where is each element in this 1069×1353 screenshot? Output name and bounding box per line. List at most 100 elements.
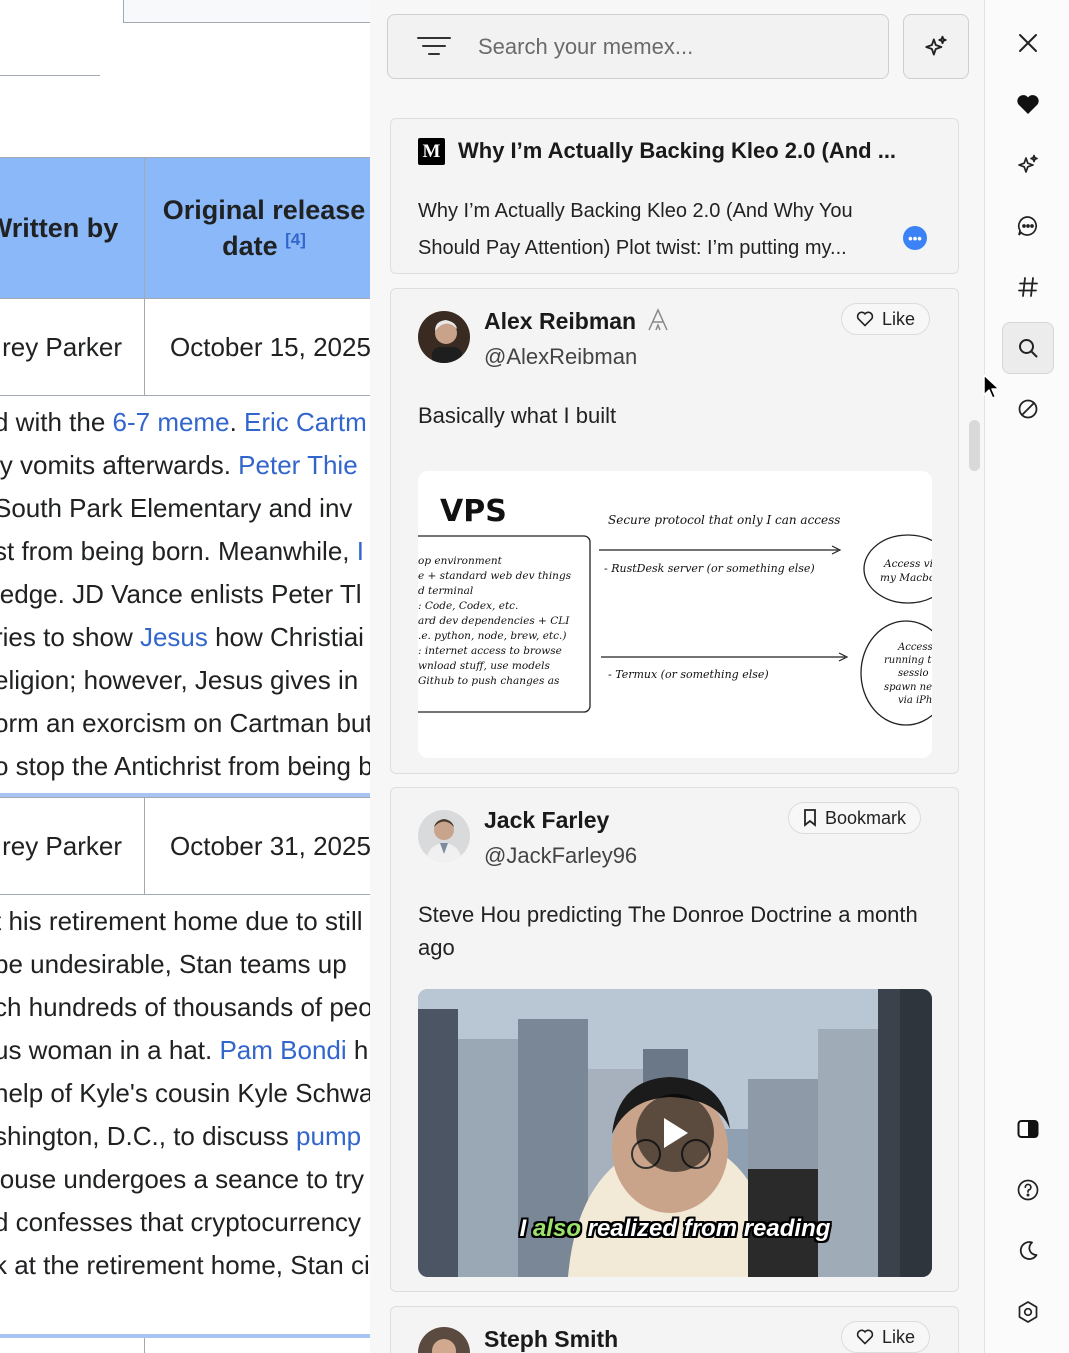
search-icon[interactable] [1002, 322, 1054, 374]
sidebar-toggle-icon[interactable] [1008, 1109, 1048, 1149]
wiki-link[interactable]: Eric Cartm [244, 407, 367, 437]
wiki-link[interactable]: 6-7 meme [113, 407, 230, 437]
summary-text: h [346, 1035, 369, 1065]
author-name: Steph Smith [484, 1326, 619, 1352]
sketch-image[interactable]: VPS Secure protocol that only I can acce… [418, 471, 932, 758]
like-button[interactable]: Like [841, 1321, 931, 1353]
wiki-divider [0, 75, 100, 76]
cell-border [144, 1338, 145, 1353]
sparkle-icon[interactable] [1008, 145, 1048, 185]
summary-text: st from being born. Meanwhile, [0, 536, 357, 566]
summary-text: ledge. JD Vance enlists Peter Tl [0, 579, 362, 609]
wiki-link[interactable]: Peter Thie [238, 450, 357, 480]
summary-text: d confesses that cryptocurrency [0, 1207, 362, 1237]
moon-icon[interactable] [1008, 1231, 1048, 1271]
ai-search-button[interactable] [903, 14, 969, 79]
summary-line: d confesses that cryptocurrency [0, 1201, 370, 1244]
summary-line: eligion; however, Jesus gives in [0, 659, 370, 702]
video-caption: I also realized from reading [519, 1215, 831, 1242]
header-written-by: Written by [0, 157, 145, 299]
settings-icon[interactable] [1008, 1292, 1048, 1332]
summary-text: eligion; however, Jesus gives in [0, 665, 359, 695]
summary-text: . [229, 407, 245, 437]
filter-icon[interactable] [416, 35, 452, 59]
memex-card-tweet[interactable]: Steph Smith Like [390, 1306, 959, 1353]
wiki-page: Written by Original release date [4] rey… [0, 0, 370, 1353]
arrow2-label: - Termux (or something else) [608, 668, 769, 681]
summary-text: how Christiai [207, 622, 364, 652]
memex-card-article[interactable]: M Why I’m Actually Backing Kleo 2.0 (And… [390, 118, 959, 274]
sketch-top-label: Secure protocol that only I can access [608, 513, 840, 527]
row-separator [0, 1334, 370, 1338]
video-player[interactable]: I also realized from reading [418, 989, 932, 1277]
sketch-box-line: .e. python, node, brew, etc.) [418, 630, 566, 642]
summary-text: ries to show [0, 622, 140, 652]
summary-text: ly vomits afterwards. [0, 450, 239, 480]
summary-text: us woman in a hat. [0, 1035, 220, 1065]
like-label: Like [882, 1326, 916, 1347]
summary-text: o stop the Antichrist from being b [0, 751, 370, 781]
medium-logo: M [418, 138, 445, 165]
cell-release-date: October 31, 2025 [144, 797, 370, 895]
summary-line: South Park Elementary and inv [0, 487, 370, 530]
author-handle: @AlexReibman [484, 344, 638, 369]
sketch-box-line: wnload stuff, use models [418, 660, 551, 672]
summary-line: ly vomits afterwards. Peter Thie [0, 444, 370, 487]
memex-panel: M Why I’m Actually Backing Kleo 2.0 (And… [370, 0, 984, 1353]
summary-text: louse undergoes a seance to try [0, 1164, 365, 1194]
episode-summary-2: t his retirement home due to still be un… [0, 900, 370, 1287]
block-icon[interactable] [1008, 389, 1048, 429]
summary-line: ledge. JD Vance enlists Peter Tl [0, 573, 370, 616]
help-icon[interactable] [1008, 1170, 1048, 1210]
summary-line: shington, D.C., to discuss pump [0, 1115, 370, 1158]
memex-card-tweet[interactable]: Alex Reibman @AlexReibman Like Basically… [390, 288, 959, 774]
svg-text:my Macbo: my Macbo [880, 572, 932, 584]
scrollbar-thumb[interactable] [969, 420, 980, 471]
wiki-link[interactable]: pump [296, 1121, 361, 1151]
bookmark-button[interactable]: Bookmark [788, 802, 922, 834]
summary-line: st from being born. Meanwhile, I [0, 530, 370, 573]
summary-line: t his retirement home due to still [0, 900, 370, 943]
author-handle: @JackFarley96 [484, 843, 638, 868]
summary-text: shington, D.C., to discuss [0, 1121, 297, 1151]
heart-icon[interactable] [1008, 84, 1048, 124]
card-title: Why I’m Actually Backing Kleo 2.0 (And .… [458, 138, 897, 163]
chat-icon[interactable] [1008, 206, 1048, 246]
close-icon[interactable] [1008, 23, 1048, 63]
svg-text:Access: Access [897, 642, 932, 653]
header-release-date: Original release date [4] [144, 157, 370, 299]
search-input[interactable] [478, 33, 878, 60]
heart-outline-icon [856, 1329, 874, 1345]
sketch-box-line: d terminal [418, 585, 473, 597]
author-name: Jack Farley [484, 807, 610, 833]
summary-text: orm an exorcism on Cartman but [0, 708, 370, 738]
mouse-cursor-icon [983, 374, 1000, 399]
chat-bubble-icon[interactable]: ••• [903, 226, 927, 250]
summary-line: d with the 6-7 meme. Eric Cartm [0, 401, 370, 444]
play-icon [664, 1118, 688, 1148]
summary-text: be undesirable, Stan teams up [0, 949, 347, 979]
wiki-link[interactable]: I [357, 536, 364, 566]
sketch-box-line: Github to push changes as [418, 675, 560, 687]
sketch-box-line: : internet access to browse [418, 645, 562, 657]
hashtag-icon[interactable] [1008, 267, 1048, 307]
verified-icon [647, 308, 668, 331]
sketch-title: VPS [440, 494, 507, 529]
wiki-link[interactable]: Pam Bondi [219, 1035, 346, 1065]
like-button[interactable]: Like [841, 303, 931, 335]
summary-line: louse undergoes a seance to try [0, 1158, 370, 1201]
sketch-box-line: op environment [418, 555, 503, 567]
cell-written-by: rey Parker [0, 298, 145, 396]
wiki-link[interactable]: Jesus [140, 622, 208, 652]
summary-line: orm an exorcism on Cartman but [0, 702, 370, 745]
heart-outline-icon [856, 311, 874, 327]
search-bar [387, 14, 889, 79]
sketch-box-line: : Code, Codex, etc. [418, 600, 518, 612]
reference-link[interactable]: [4] [285, 230, 306, 249]
memex-card-tweet[interactable]: Jack Farley @JackFarley96 Bookmark Steve… [390, 787, 959, 1292]
cell-release-date: October 15, 2025 [144, 298, 370, 396]
summary-line: ries to show Jesus how Christiai [0, 616, 370, 659]
avatar [418, 1327, 470, 1353]
summary-line: k at the retirement home, Stan ci [0, 1244, 370, 1287]
play-button[interactable] [636, 1094, 714, 1172]
